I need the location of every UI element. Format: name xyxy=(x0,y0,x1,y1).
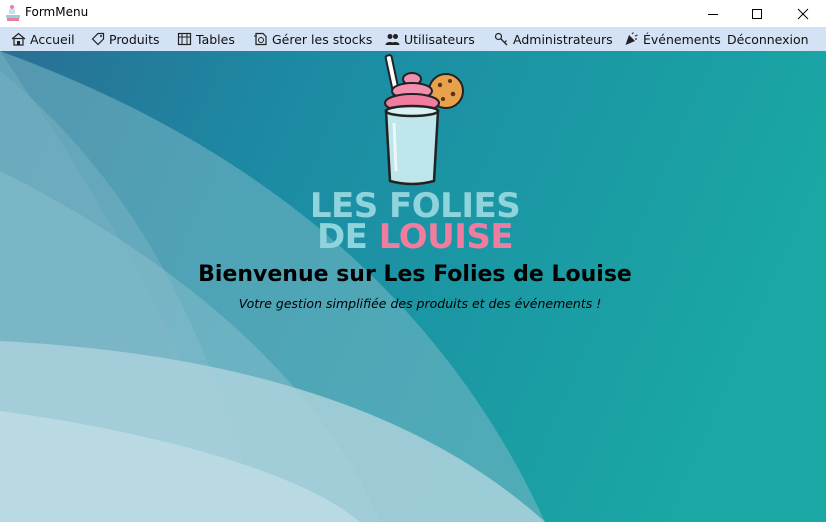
app-logo-icon xyxy=(6,5,20,21)
maximize-icon xyxy=(752,8,762,19)
home-icon xyxy=(11,32,26,46)
window-titlebar: FormMenu xyxy=(0,0,826,27)
party-icon xyxy=(625,32,638,45)
logo-word-de: DE xyxy=(316,217,368,257)
welcome-heading: Bienvenue sur Les Folies de Louise xyxy=(198,262,632,287)
menu-item-utilisateurs[interactable]: Utilisateurs xyxy=(385,27,475,51)
brand-logo: LES FOLIES DE LOUISE xyxy=(300,189,530,254)
menu-item-label: Administrateurs xyxy=(513,31,613,47)
menu-item-deconnexion[interactable]: Déconnexion xyxy=(727,27,809,51)
menu-item-label: Produits xyxy=(109,31,160,47)
logo-word-louise: LOUISE xyxy=(378,217,514,257)
tag-icon xyxy=(91,32,105,46)
menu-bar: Accueil Produits Tables Gérer les stocks xyxy=(0,27,826,51)
welcome-subtitle: Votre gestion simplifiée des produits et… xyxy=(238,296,602,311)
table-icon xyxy=(177,32,192,46)
close-button[interactable] xyxy=(780,0,826,27)
stock-icon xyxy=(254,32,267,46)
users-icon xyxy=(385,34,400,45)
menu-item-label: Utilisateurs xyxy=(404,31,475,47)
milkshake-icon xyxy=(384,54,464,186)
menu-item-label: Déconnexion xyxy=(727,31,809,47)
menu-item-label: Gérer les stocks xyxy=(272,31,373,47)
minimize-icon xyxy=(708,13,718,15)
window-title: FormMenu xyxy=(25,5,89,19)
close-icon xyxy=(797,8,809,19)
menu-item-tables[interactable]: Tables xyxy=(177,27,235,51)
logo-line-2: DE LOUISE xyxy=(300,220,530,254)
key-icon xyxy=(494,32,508,46)
menu-item-label: Tables xyxy=(196,31,235,47)
menu-item-accueil[interactable]: Accueil xyxy=(11,27,75,51)
menu-item-label: Accueil xyxy=(30,31,75,47)
menu-item-gerer-stocks[interactable]: Gérer les stocks xyxy=(253,27,372,51)
maximize-button[interactable] xyxy=(734,0,780,27)
home-background: LES FOLIES DE LOUISE Bienvenue sur Les F… xyxy=(0,51,826,522)
menu-item-produits[interactable]: Produits xyxy=(91,27,160,51)
minimize-button[interactable] xyxy=(690,0,736,27)
menu-item-administrateurs[interactable]: Administrateurs xyxy=(494,27,613,51)
menu-item-label: Événements xyxy=(643,31,721,47)
menu-item-evenements[interactable]: Événements xyxy=(624,27,721,51)
